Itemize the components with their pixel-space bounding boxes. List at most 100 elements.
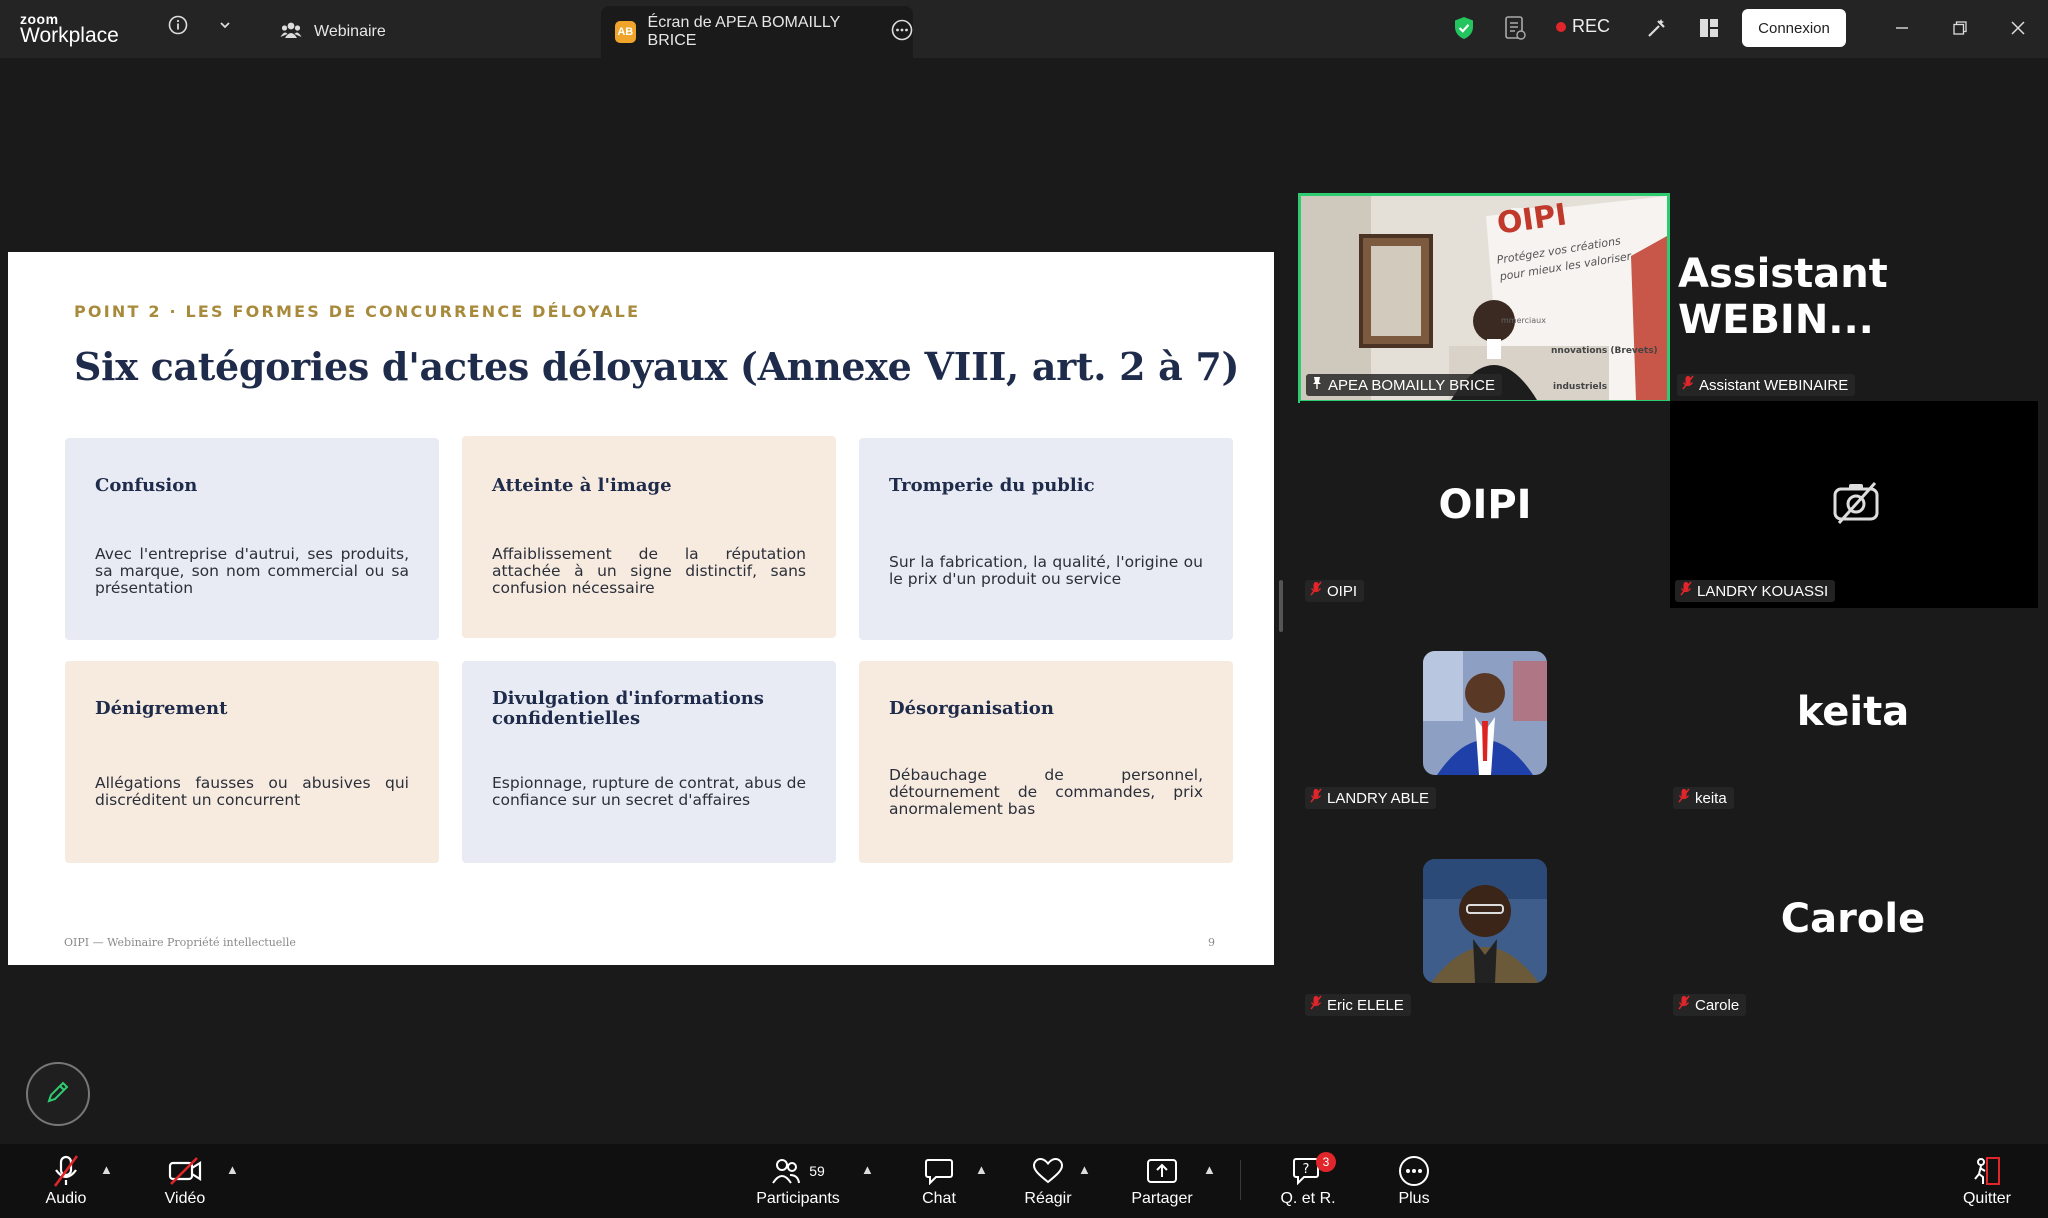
participant-name: LANDRY ABLE <box>1327 789 1430 807</box>
layout-view-icon[interactable] <box>1696 15 1722 41</box>
participant-name: keita <box>1695 789 1727 807</box>
annotate-tool-icon[interactable] <box>1644 15 1670 41</box>
tab-webinar[interactable]: Webinaire <box>270 6 390 58</box>
mic-muted-icon <box>1310 788 1322 808</box>
video-tile-active-speaker[interactable]: OIPI Protégez vos créations pour mieux l… <box>1298 193 1670 403</box>
banner-line4: industriels <box>1553 382 1608 392</box>
qa-button[interactable]: ? Q. et R. <box>1248 1152 1368 1208</box>
more-button[interactable]: Plus <box>1354 1152 1474 1208</box>
chat-options-caret-icon[interactable]: ▲ <box>975 1162 988 1177</box>
camera-off-icon <box>1831 479 1881 530</box>
tab-webinar-label: Webinaire <box>314 23 386 40</box>
transcript-icon[interactable] <box>1502 14 1528 42</box>
card-text: Espionnage, rupture de contrat, abus de … <box>492 774 806 809</box>
card-text: Affaiblissement de la réputation attaché… <box>492 545 806 597</box>
mic-muted-icon <box>51 1152 81 1190</box>
video-tile-oipi[interactable]: OIPI OIPI <box>1300 401 1670 608</box>
share-label: Partager <box>1131 1190 1193 1207</box>
video-tile-landry-kouassi[interactable]: LANDRY KOUASSI <box>1670 401 2038 608</box>
chevron-down-icon[interactable] <box>214 14 236 36</box>
slide-eyebrow: POINT 2 · LES FORMES DE CONCURRENCE DÉLO… <box>74 302 641 321</box>
shield-check-icon[interactable] <box>1452 15 1476 41</box>
participants-label: Participants <box>756 1190 840 1207</box>
slide-footer: OIPI — Webinaire Propriété intellectuell… <box>64 936 296 949</box>
participant-name-tag: LANDRY KOUASSI <box>1675 580 1836 602</box>
card-title: Dénigrement <box>95 698 228 719</box>
card-text: Débauchage de personnel, détournement de… <box>889 766 1203 818</box>
share-screen-icon <box>1146 1152 1178 1190</box>
participant-name: OIPI <box>1327 582 1358 600</box>
participant-display-name: keita <box>1796 688 1910 735</box>
participants-button[interactable]: 59 Participants <box>738 1152 858 1208</box>
participant-name-tag: LANDRY ABLE <box>1305 787 1437 809</box>
participant-name-tag: keita <box>1673 787 1734 809</box>
share-avatar: AB <box>615 21 636 43</box>
mic-muted-icon <box>1310 995 1322 1015</box>
logo-line2: Workplace <box>20 24 119 47</box>
chat-bubble-icon <box>924 1152 954 1190</box>
slide-page-number: 9 <box>1208 936 1215 949</box>
banner-line5: mmerciaux <box>1501 316 1546 325</box>
participant-name-tag: APEA BOMAILLY BRICE <box>1306 374 1503 396</box>
banner-line3: nnovations (Brevets) <box>1551 346 1658 356</box>
share-options-caret-icon[interactable]: ▲ <box>1203 1162 1216 1177</box>
card-title: Désorganisation <box>889 698 1054 719</box>
speaker-video-feed <box>1301 196 1667 400</box>
qa-badge: 3 <box>1316 1152 1336 1172</box>
leave-door-icon <box>1971 1152 2003 1190</box>
meeting-toolbar: Audio ▲ Vidéo ▲ 59 Participants ▲ Chat ▲… <box>0 1144 2048 1218</box>
video-tile-eric-elele[interactable]: Eric ELELE <box>1300 815 1670 1022</box>
heart-icon <box>1032 1152 1064 1190</box>
video-options-caret-icon[interactable]: ▲ <box>226 1162 239 1177</box>
pencil-icon <box>45 1079 71 1110</box>
card-title: Divulgation d'informations confidentiell… <box>492 688 764 729</box>
people-icon <box>280 20 302 45</box>
mic-muted-icon <box>1678 788 1690 808</box>
panel-resize-handle[interactable] <box>1279 580 1283 632</box>
qa-label: Q. et R. <box>1280 1190 1336 1207</box>
pin-icon <box>1311 376 1323 394</box>
info-icon[interactable] <box>166 13 190 37</box>
card-divulgation: Divulgation d'informations confidentiell… <box>462 661 836 863</box>
toolbar-divider <box>1240 1160 1241 1200</box>
video-tile-keita[interactable]: keita keita <box>1668 608 2038 815</box>
share-button[interactable]: Partager <box>1102 1152 1222 1208</box>
participant-name: Eric ELELE <box>1327 996 1404 1014</box>
react-options-caret-icon[interactable]: ▲ <box>1078 1162 1091 1177</box>
participant-name: LANDRY KOUASSI <box>1697 582 1829 600</box>
participant-name-tag: Carole <box>1673 994 1747 1016</box>
audio-button[interactable]: Audio <box>6 1152 126 1208</box>
participants-options-caret-icon[interactable]: ▲ <box>861 1162 874 1177</box>
leave-button[interactable]: Quitter <box>1927 1152 2047 1208</box>
connexion-button[interactable]: Connexion <box>1742 9 1846 47</box>
card-denigrement: Dénigrement Allégations fausses ou abusi… <box>65 661 439 863</box>
card-atteinte-image: Atteinte à l'image Affaiblissement de la… <box>462 436 836 638</box>
more-dots-icon <box>1398 1152 1430 1190</box>
recording-indicator[interactable]: REC <box>1556 16 1610 37</box>
minimize-icon[interactable] <box>1890 16 1914 40</box>
more-label: Plus <box>1398 1190 1430 1207</box>
react-label: Réagir <box>1024 1190 1072 1207</box>
more-options-icon[interactable] <box>891 19 913 46</box>
audio-options-caret-icon[interactable]: ▲ <box>100 1162 113 1177</box>
annotate-pencil-button[interactable] <box>26 1062 90 1126</box>
participant-name-tag: Eric ELELE <box>1305 994 1411 1016</box>
card-title: Confusion <box>95 475 198 496</box>
close-icon[interactable] <box>2006 16 2030 40</box>
video-button[interactable]: Vidéo <box>125 1152 245 1208</box>
leave-label: Quitter <box>1962 1190 2011 1207</box>
tab-screen-share[interactable]: AB Écran de APEA BOMAILLY BRICE <box>601 6 913 58</box>
participant-display-name: Assistant WEBIN... <box>1678 250 1888 343</box>
react-button[interactable]: Réagir <box>988 1152 1108 1208</box>
title-bar: zoom Workplace Webinaire AB Écran de APE… <box>0 0 2048 58</box>
tab-screen-share-label: Écran de APEA BOMAILLY BRICE <box>647 14 840 49</box>
card-text: Avec l'entreprise d'autrui, ses produits… <box>95 545 409 597</box>
chat-button[interactable]: Chat <box>879 1152 999 1208</box>
avatar <box>1423 651 1547 775</box>
restore-icon[interactable] <box>1948 16 1972 40</box>
video-tile-carole[interactable]: Carole Carole <box>1668 815 2038 1022</box>
video-tile-assistant-webinaire[interactable]: Assistant WEBIN... Assistant WEBINAIRE <box>1672 193 2042 400</box>
participant-name: Assistant WEBINAIRE <box>1699 376 1849 394</box>
video-tile-landry-able[interactable]: LANDRY ABLE <box>1300 608 1670 815</box>
card-confusion: Confusion Avec l'entreprise d'autrui, se… <box>65 438 439 640</box>
